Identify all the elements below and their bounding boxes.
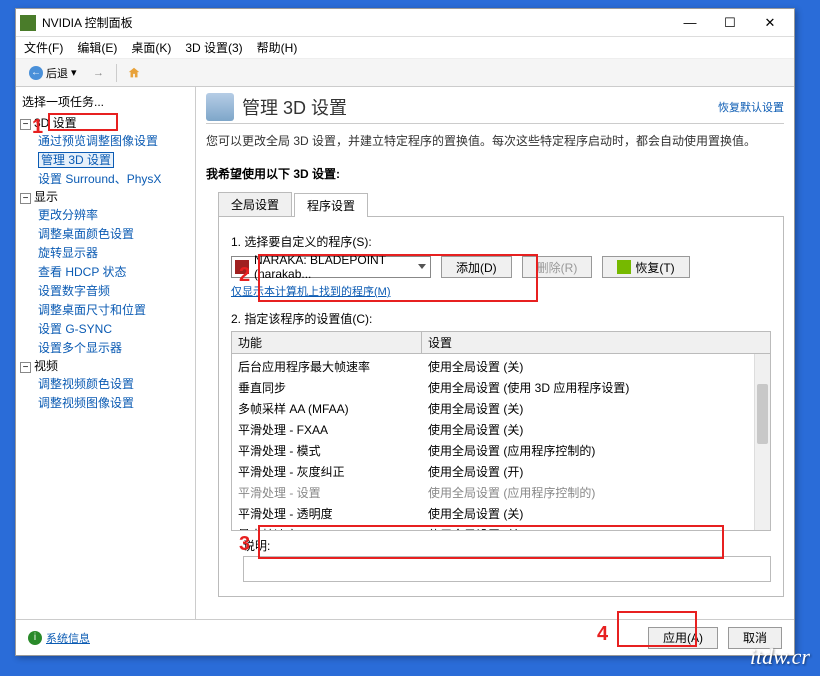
home-button[interactable] [123, 63, 145, 83]
watermark: itdw.cr [750, 644, 810, 670]
settings-table: 功能 设置 低延时模式使用全局设置 (关)各向异性过滤使用全局设置 (应用程序控… [231, 331, 771, 531]
nvidia-badge-icon [617, 260, 631, 274]
table-row[interactable]: 垂直同步使用全局设置 (使用 3D 应用程序设置) [232, 377, 770, 398]
tree-item[interactable]: 设置 Surround、PhysX [38, 169, 191, 188]
tree-group[interactable]: −显示 [20, 188, 191, 205]
nvidia-control-panel-window: NVIDIA 控制面板 — ☐ ✕ 文件(F) 编辑(E) 桌面(K) 3D 设… [15, 8, 795, 656]
page-description: 您可以更改全局 3D 设置，并建立特定程序的置换值。每次这些特定程序启动时，都会… [206, 132, 784, 149]
program-icon [235, 260, 249, 274]
titlebar[interactable]: NVIDIA 控制面板 — ☐ ✕ [16, 9, 794, 37]
home-icon [127, 66, 141, 80]
minimize-button[interactable]: — [670, 11, 710, 35]
col-feature[interactable]: 功能 [232, 332, 422, 353]
table-row[interactable]: 平滑处理 - 设置使用全局设置 (应用程序控制的) [232, 482, 770, 503]
window-title: NVIDIA 控制面板 [42, 14, 670, 31]
back-button[interactable]: ← 后退 ▾ [24, 63, 82, 83]
table-row[interactable]: 平滑处理 - 模式使用全局设置 (应用程序控制的) [232, 440, 770, 461]
toolbar: ← 后退 ▾ → [16, 59, 794, 87]
page-title: 管理 3D 设置 [242, 94, 718, 120]
menubar: 文件(F) 编辑(E) 桌面(K) 3D 设置(3) 帮助(H) [16, 37, 794, 59]
tabbar: 全局设置 程序设置 [218, 192, 784, 217]
tree-item[interactable]: 设置数字音频 [38, 281, 191, 300]
forward-button[interactable]: → [88, 63, 110, 83]
tree-item[interactable]: 调整桌面颜色设置 [38, 224, 191, 243]
table-row[interactable]: 平滑处理 - 透明度使用全局设置 (关) [232, 503, 770, 524]
settings-rows[interactable]: 低延时模式使用全局设置 (关)各向异性过滤使用全局设置 (应用程序控制的)后台应… [232, 354, 770, 530]
sidebar: 选择一项任务... −3D 设置通过预览调整图像设置管理 3D 设置设置 Sur… [16, 87, 196, 619]
table-row[interactable]: 平滑处理 - FXAA使用全局设置 (关) [232, 419, 770, 440]
table-row[interactable]: 后台应用程序最大帧速率使用全局设置 (关) [232, 356, 770, 377]
back-caret-icon: ▾ [71, 66, 77, 79]
tree-item[interactable]: 管理 3D 设置 [38, 150, 191, 169]
restore-program-button[interactable]: 恢复(T) [602, 256, 689, 278]
nvidia-icon [20, 15, 36, 31]
menu-desktop[interactable]: 桌面(K) [131, 39, 171, 56]
tree-group[interactable]: −视频 [20, 357, 191, 374]
menu-edit[interactable]: 编辑(E) [77, 39, 117, 56]
table-row[interactable]: 多帧采样 AA (MFAA)使用全局设置 (关) [232, 398, 770, 419]
back-arrow-icon: ← [29, 66, 43, 80]
tree-item[interactable]: 查看 HDCP 状态 [38, 262, 191, 281]
tree-group[interactable]: −3D 设置 [20, 114, 191, 131]
scrollbar-thumb[interactable] [757, 384, 768, 444]
col-setting[interactable]: 设置 [422, 332, 770, 353]
tree-item[interactable]: 调整桌面尺寸和位置 [38, 300, 191, 319]
section-label: 我希望使用以下 3D 设置: [206, 165, 784, 182]
content-area: 管理 3D 设置 恢复默认设置 您可以更改全局 3D 设置，并建立特定程序的置换… [196, 87, 794, 619]
program-panel: 1. 选择要自定义的程序(S): NARAKA: BLADEPOINT (nar… [218, 217, 784, 597]
header-icon [206, 93, 234, 121]
restore-defaults-link[interactable]: 恢复默认设置 [718, 99, 784, 115]
program-dropdown[interactable]: NARAKA: BLADEPOINT (narakab... [231, 256, 431, 278]
add-button[interactable]: 添加(D) [441, 256, 512, 278]
footer: i 系统信息 应用(A) 取消 [16, 619, 794, 655]
close-button[interactable]: ✕ [750, 11, 790, 35]
tree-item[interactable]: 设置 G-SYNC [38, 319, 191, 338]
menu-file[interactable]: 文件(F) [24, 39, 63, 56]
maximize-button[interactable]: ☐ [710, 11, 750, 35]
sysinfo-icon: i [28, 631, 42, 645]
menu-help[interactable]: 帮助(H) [257, 39, 298, 56]
apply-button[interactable]: 应用(A) [648, 627, 718, 649]
desc-label: 说明: [243, 537, 771, 554]
remove-button[interactable]: 删除(R) [522, 256, 593, 278]
tree-item[interactable]: 设置多个显示器 [38, 338, 191, 357]
table-row[interactable]: 最大帧速率使用全局设置 (关) [232, 524, 770, 530]
desc-box [243, 556, 771, 582]
tab-program[interactable]: 程序设置 [294, 193, 368, 217]
menu-3d[interactable]: 3D 设置(3) [185, 39, 242, 56]
task-label: 选择一项任务... [22, 93, 191, 110]
tree-item[interactable]: 旋转显示器 [38, 243, 191, 262]
nav-tree: −3D 设置通过预览调整图像设置管理 3D 设置设置 Surround、Phys… [20, 114, 191, 412]
table-row[interactable]: 平滑处理 - 灰度纠正使用全局设置 (开) [232, 461, 770, 482]
tree-item[interactable]: 调整视频颜色设置 [38, 374, 191, 393]
step1-label: 1. 选择要自定义的程序(S): [231, 233, 771, 250]
show-only-link[interactable]: 仅显示本计算机上找到的程序(M) [231, 286, 391, 298]
sysinfo-link[interactable]: 系统信息 [46, 630, 90, 646]
tab-global[interactable]: 全局设置 [218, 192, 292, 216]
tree-item[interactable]: 通过预览调整图像设置 [38, 131, 191, 150]
step2-label: 2. 指定该程序的设置值(C): [231, 310, 771, 327]
tree-item[interactable]: 更改分辨率 [38, 205, 191, 224]
tree-item[interactable]: 调整视频图像设置 [38, 393, 191, 412]
chevron-down-icon [418, 264, 426, 269]
scrollbar[interactable] [754, 354, 770, 530]
